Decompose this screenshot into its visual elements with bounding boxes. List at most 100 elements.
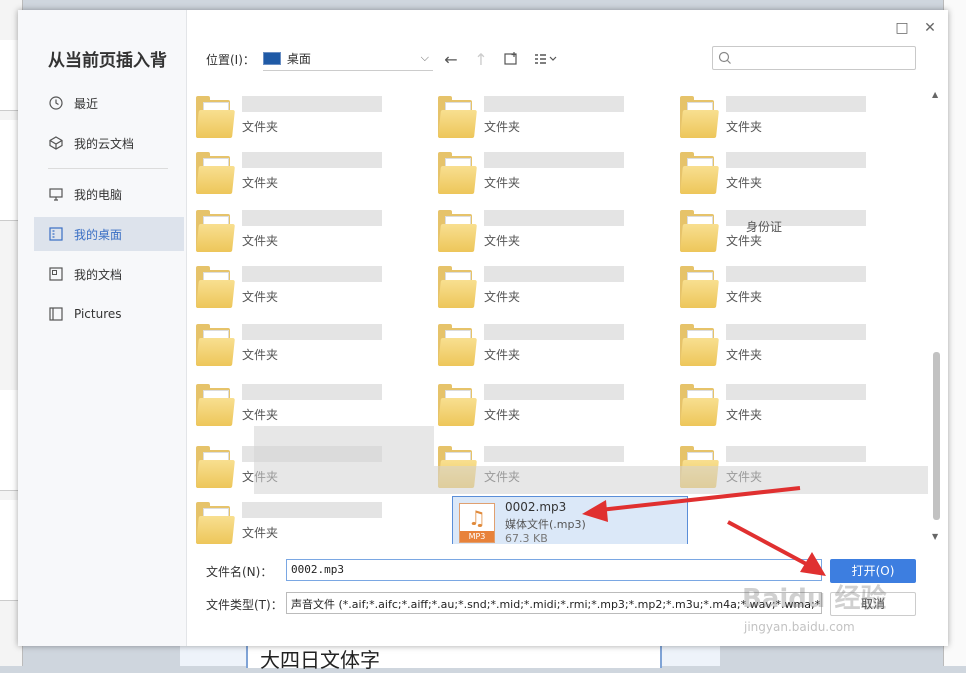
mp3-filesize: 67.3 KB: [505, 532, 548, 544]
file-type-label: 文件夹: [726, 408, 763, 422]
close-button[interactable]: ✕: [922, 20, 938, 36]
clock-icon: [49, 96, 63, 110]
filetype-label: 文件类型(T)：: [206, 598, 283, 612]
blurred-filename: [242, 384, 382, 400]
folder-icon: [196, 96, 235, 138]
search-icon: [718, 51, 731, 64]
blurred-filename: [726, 152, 866, 168]
blurred-filename: [484, 266, 624, 282]
back-button[interactable]: ←: [439, 47, 463, 71]
folder-icon: [196, 152, 235, 194]
cloud-doc-icon: [49, 136, 63, 150]
up-button[interactable]: ↑: [469, 47, 493, 71]
folder-icon: [438, 384, 477, 426]
sidebar-item-my-documents[interactable]: 我的文档: [34, 257, 184, 291]
blurred-filename: [726, 446, 866, 462]
folder-item[interactable]: 文件夹: [678, 260, 914, 312]
location-dropdown[interactable]: 桌面 ⌵: [262, 48, 433, 71]
folder-item[interactable]: 文件夹: [678, 90, 914, 142]
folder-icon: [196, 210, 235, 252]
folder-item[interactable]: 文件夹: [678, 378, 914, 430]
partial-filename: 身份证: [746, 220, 783, 234]
file-type-label: 文件夹: [726, 348, 763, 362]
location-toolbar: 位置(I)： 桌面 ⌵ ← ↑: [206, 46, 561, 72]
sidebar-item-label: Pictures: [74, 307, 122, 321]
scroll-down-icon[interactable]: ▼: [932, 532, 938, 541]
sidebar-item-recent[interactable]: 最近: [34, 86, 184, 120]
blurred-filename: [242, 152, 382, 168]
vertical-scrollbar[interactable]: ▲ ▼: [930, 90, 942, 542]
blurred-filename: [484, 384, 624, 400]
folder-item[interactable]: 文件夹: [436, 204, 672, 256]
music-file-icon: ♫ MP3: [459, 503, 495, 543]
folder-item[interactable]: 文件夹: [678, 204, 914, 256]
folder-item[interactable]: 文件夹: [194, 90, 430, 142]
sidebar-item-label: 最近: [74, 96, 99, 111]
view-mode-button[interactable]: [529, 47, 561, 71]
up-arrow-icon: ↑: [474, 49, 488, 69]
mp3-file-item[interactable]: ♫ MP3 0002.mp3 媒体文件(.mp3) 67.3 KB: [452, 496, 688, 544]
mp3-filetype: 媒体文件(.mp3): [505, 518, 586, 531]
scrollbar-thumb[interactable]: [933, 352, 940, 520]
sidebar-item-label: 我的电脑: [74, 187, 123, 202]
folder-icon: [196, 266, 235, 308]
sidebar-item-label: 我的文档: [74, 267, 123, 282]
folder-icon: [438, 96, 477, 138]
back-arrow-icon: ←: [444, 49, 458, 69]
folder-icon: [438, 324, 477, 366]
scroll-up-icon[interactable]: ▲: [932, 90, 938, 99]
blurred-filename: [242, 210, 382, 226]
file-type-label: 文件夹: [242, 408, 279, 422]
file-type-label: 文件夹: [726, 176, 763, 190]
sidebar-item-pictures[interactable]: Pictures: [34, 297, 184, 331]
folder-icon: [196, 384, 235, 426]
folder-item[interactable]: 文件夹: [678, 318, 914, 370]
blurred-filename: [242, 502, 382, 518]
search-input[interactable]: [712, 46, 916, 70]
sidebar-item-label: 我的桌面: [74, 227, 123, 242]
folder-item[interactable]: 文件夹: [678, 146, 914, 198]
folder-item[interactable]: 文件夹: [194, 204, 430, 256]
folder-icon: [196, 324, 235, 366]
dialog-title: 从当前页插入背: [48, 51, 167, 71]
desktop-small-icon: [262, 52, 281, 65]
watermark-url: jingyan.baidu.com: [744, 620, 855, 634]
folder-item[interactable]: 文件夹: [436, 90, 672, 142]
folder-item[interactable]: 文件夹: [436, 260, 672, 312]
blur-overlay: [254, 466, 928, 494]
location-value: 桌面: [286, 52, 311, 66]
folder-icon: [680, 384, 719, 426]
filename-label: 文件名(N)：: [206, 565, 273, 579]
folder-item[interactable]: 文件夹: [436, 318, 672, 370]
blurred-filename: [726, 96, 866, 112]
sidebar-item-label: 我的云文档: [74, 136, 135, 151]
sidebar-item-cloud-docs[interactable]: 我的云文档: [34, 126, 184, 160]
sidebar: 从当前页插入背 最近 我的云文档 我的电脑 我的桌面 我的文档 Pictures: [18, 10, 187, 646]
folder-item[interactable]: 文件夹: [194, 496, 430, 544]
blurred-filename: [726, 384, 866, 400]
blurred-filename: [484, 96, 624, 112]
file-type-label: 文件夹: [484, 408, 521, 422]
new-folder-button[interactable]: [499, 47, 523, 71]
file-type-label: 文件夹: [242, 234, 279, 248]
folder-item[interactable]: 文件夹: [194, 146, 430, 198]
blurred-filename: [242, 266, 382, 282]
file-type-label: 文件夹: [242, 120, 279, 134]
sidebar-item-my-computer[interactable]: 我的电脑: [34, 177, 184, 211]
maximize-button[interactable]: □: [894, 20, 910, 36]
folder-item[interactable]: 文件夹: [194, 318, 430, 370]
folder-item[interactable]: 文件夹: [436, 146, 672, 198]
view-list-icon: [534, 54, 557, 64]
blurred-filename: [484, 446, 624, 462]
folder-icon: [196, 502, 235, 544]
folder-item[interactable]: 文件夹: [194, 378, 430, 430]
pictures-icon: [49, 307, 63, 321]
folder-item[interactable]: 文件夹: [436, 378, 672, 430]
blurred-filename: [484, 324, 624, 340]
file-type-label: 文件夹: [726, 120, 763, 134]
folder-icon: [680, 324, 719, 366]
documents-icon: [49, 267, 63, 281]
folder-item[interactable]: 文件夹: [194, 260, 430, 312]
new-folder-icon: [504, 52, 517, 65]
sidebar-item-desktop[interactable]: 我的桌面: [34, 217, 184, 251]
